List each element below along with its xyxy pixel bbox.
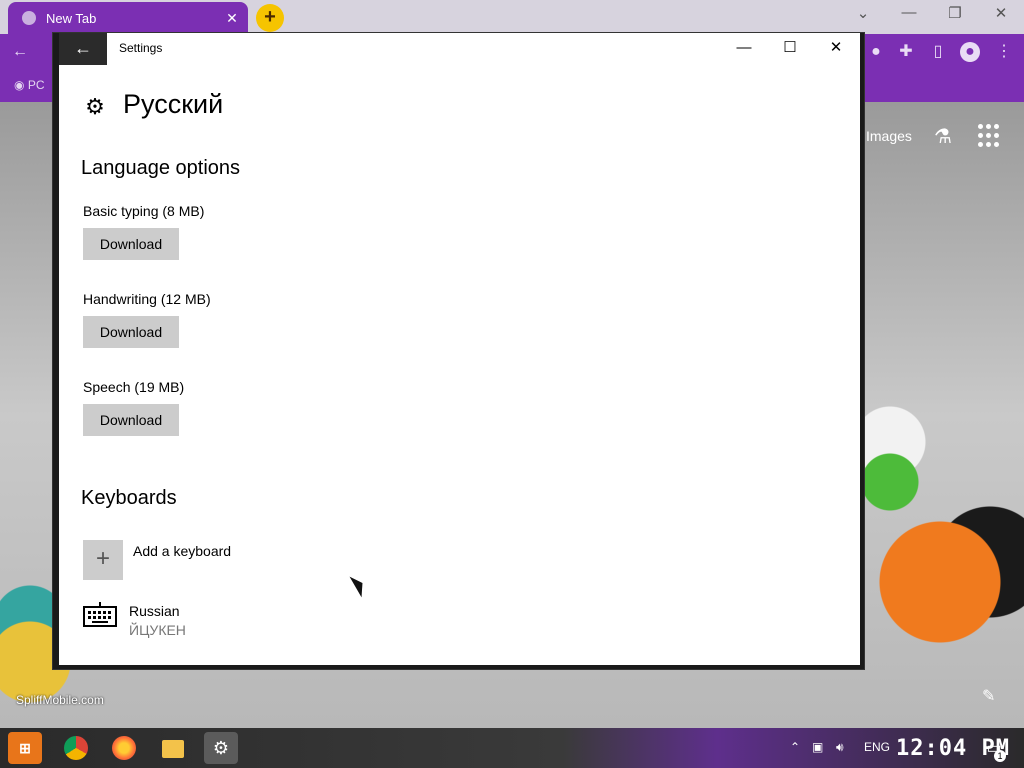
chrome-favicon-icon	[22, 11, 36, 25]
basic-typing-download-button[interactable]: Download	[83, 228, 179, 260]
mouse-cursor-icon	[349, 572, 369, 598]
wallpaper-watermark: SpliffMobile.com	[16, 693, 104, 707]
google-apps-icon[interactable]	[978, 124, 1002, 148]
settings-titlebar: ← Settings — ☐ ✕	[59, 33, 860, 65]
chrome-close-icon[interactable]: ✕	[986, 4, 1016, 22]
profile-avatar-icon[interactable]: ●	[960, 42, 980, 62]
file-explorer-taskbar-icon[interactable]	[162, 740, 184, 758]
chrome-taskbar-icon[interactable]	[64, 736, 88, 760]
profile-extension-icon[interactable]: ●	[866, 42, 886, 62]
handwriting-label: Handwriting (12 MB)	[83, 291, 211, 307]
chrome-menu-icon[interactable]: ⋮	[994, 42, 1014, 62]
gear-icon: ⚙	[85, 94, 105, 119]
window-title: Settings	[119, 41, 163, 55]
language-indicator[interactable]: ENG	[864, 740, 890, 754]
tab-close-icon[interactable]: ✕	[220, 10, 244, 27]
settings-window: ← Settings — ☐ ✕ ⚙ Русский Language opti…	[52, 32, 865, 670]
language-options-heading: Language options	[81, 157, 241, 179]
minimize-button[interactable]: —	[721, 33, 767, 65]
speech-download-button[interactable]: Download	[83, 404, 179, 436]
add-keyboard-label[interactable]: Add a keyboard	[133, 543, 231, 559]
keyboard-name[interactable]: Russian	[129, 603, 180, 619]
tab-title: New Tab	[46, 10, 97, 26]
volume-icon[interactable]: 🔊︎	[836, 740, 844, 755]
customize-pencil-icon[interactable]: ✎	[982, 686, 995, 706]
start-button[interactable]: ⊞	[8, 732, 42, 764]
add-keyboard-plus-icon[interactable]: +	[83, 540, 123, 580]
basic-typing-label: Basic typing (8 MB)	[83, 203, 205, 219]
network-icon[interactable]: ▣	[812, 740, 823, 754]
bookmark-item[interactable]: ◉ PC	[14, 78, 44, 92]
maximize-button[interactable]: ☐	[767, 33, 813, 65]
keyboards-heading: Keyboards	[81, 487, 177, 509]
globe-icon: ◉	[14, 78, 28, 92]
new-tab-button[interactable]: +	[256, 4, 284, 32]
bookmark-label: PC	[27, 78, 45, 92]
handwriting-download-button[interactable]: Download	[83, 316, 179, 348]
side-panel-icon[interactable]: ▯	[928, 42, 948, 62]
labs-flask-icon[interactable]: ⚗	[932, 124, 954, 148]
settings-content: ← Settings — ☐ ✕ ⚙ Русский Language opti…	[59, 33, 860, 665]
tray-overflow-icon[interactable]: ⌃	[790, 740, 800, 754]
chrome-back-icon[interactable]: ←	[10, 42, 30, 62]
chrome-tab-search-icon[interactable]: ⌄	[848, 4, 878, 22]
chrome-restore-icon[interactable]: ❐	[940, 4, 970, 22]
images-link[interactable]: Images	[866, 128, 912, 144]
notification-badge: 1	[994, 750, 1006, 762]
chrome-tab-new-tab[interactable]: New Tab ✕	[8, 2, 248, 34]
speech-label: Speech (19 MB)	[83, 379, 185, 395]
back-button[interactable]: ←	[59, 33, 107, 65]
firefox-taskbar-icon[interactable]	[112, 736, 136, 760]
page-title: Русский	[123, 89, 224, 119]
settings-taskbar-icon[interactable]: ⚙	[204, 732, 238, 764]
chrome-minimize-icon[interactable]: —	[894, 4, 924, 21]
keyboard-layout: ЙЦУКЕН	[129, 622, 186, 638]
extensions-puzzle-icon[interactable]: ✚	[896, 42, 916, 62]
close-button[interactable]: ✕	[813, 33, 859, 65]
keyboard-icon[interactable]	[83, 601, 117, 627]
